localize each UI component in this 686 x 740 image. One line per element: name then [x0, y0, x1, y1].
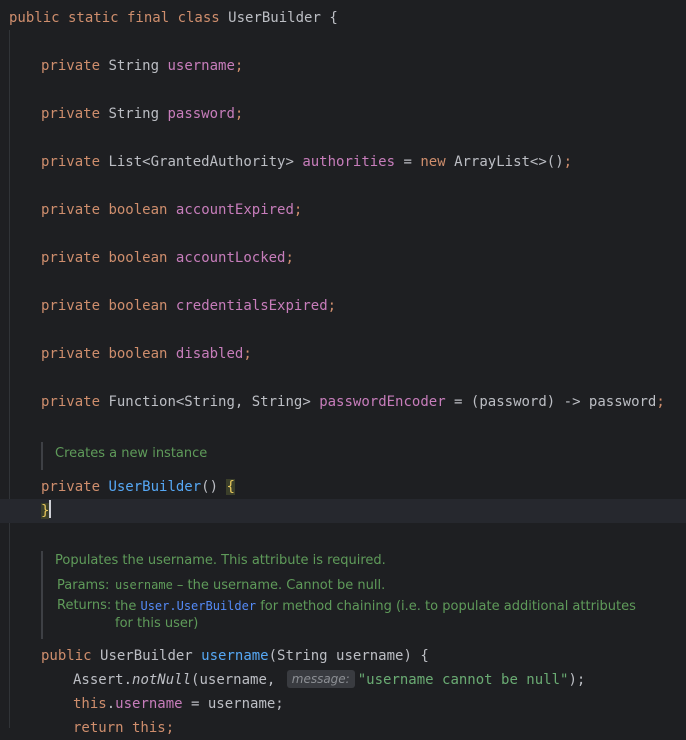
assert-class: Assert.	[73, 672, 133, 688]
field-name: username	[167, 58, 235, 74]
constructor-close-brace: }	[41, 503, 50, 519]
returns-link[interactable]: User.UserBuilder	[140, 599, 256, 613]
field-reference: username	[115, 696, 183, 712]
assign-operator: =	[395, 154, 421, 170]
constructor-name: UserBuilder	[108, 479, 202, 495]
field-initializer: (password) -> password	[470, 394, 657, 410]
method-params: (String username) {	[268, 648, 429, 664]
method-name: username	[201, 648, 269, 664]
assignment-rest: = username;	[182, 696, 284, 712]
this-keyword: this	[73, 696, 107, 712]
field-type: String	[108, 58, 160, 74]
constructor-close-line[interactable]: }	[0, 499, 686, 523]
field-modifier: private	[41, 202, 101, 218]
returns-text: the	[115, 599, 141, 614]
semicolon: ;	[293, 202, 303, 218]
field-type: Function<String, String>	[108, 394, 311, 410]
field-line-account-expired[interactable]: private boolean accountExpired;	[41, 198, 302, 222]
return-value: this;	[123, 720, 175, 736]
parameter-hint: message:	[286, 670, 355, 688]
javadoc-summary: Creates a new instance	[55, 446, 208, 461]
field-modifier: private	[41, 298, 101, 314]
field-modifier: private	[41, 394, 101, 410]
javadoc-params: Params: username – the username. Cannot b…	[55, 575, 645, 596]
constructor-parens: ()	[201, 479, 219, 495]
assert-args: (username,	[191, 672, 284, 688]
field-name: accountExpired	[175, 202, 294, 218]
semicolon: ;	[656, 394, 665, 410]
assert-method: notNull	[132, 672, 192, 688]
method-return-type: UserBuilder	[100, 648, 193, 664]
javadoc-returns: Returns: the User.UserBuilder for method …	[55, 596, 645, 632]
field-type: String	[108, 106, 160, 122]
class-name: UserBuilder	[228, 10, 321, 26]
field-line-disabled[interactable]: private boolean disabled;	[41, 342, 252, 366]
field-initializer: ArrayList<>()	[445, 154, 564, 170]
code-editor[interactable]: public static final class UserBuilder { …	[0, 0, 686, 736]
assign-operator: =	[445, 394, 471, 410]
field-modifier: private	[41, 250, 101, 266]
field-line-username[interactable]: private String username;	[41, 54, 243, 78]
params-label: Params:	[57, 578, 110, 593]
class-modifiers: public static final class	[9, 10, 220, 26]
semicolon: ;	[563, 154, 573, 170]
field-type: boolean	[108, 250, 168, 266]
field-name: authorities	[302, 154, 396, 170]
field-type: boolean	[108, 202, 168, 218]
field-modifier: private	[41, 58, 101, 74]
assert-close: );	[568, 672, 586, 688]
assignment-line[interactable]: this.username = username;	[73, 692, 284, 716]
field-modifier: private	[41, 154, 101, 170]
javadoc-username: Populates the username. This attribute i…	[41, 551, 645, 639]
field-name: accountLocked	[175, 250, 286, 266]
field-name: passwordEncoder	[319, 394, 446, 410]
return-line[interactable]: return this;	[73, 716, 174, 740]
semicolon: ;	[243, 346, 252, 362]
field-name: credentialsExpired	[175, 298, 328, 314]
javadoc-constructor: Creates a new instance	[41, 442, 207, 470]
class-declaration-line[interactable]: public static final class UserBuilder {	[9, 6, 338, 30]
indent-guide	[9, 30, 10, 728]
field-type: boolean	[108, 298, 168, 314]
field-modifier: private	[41, 106, 101, 122]
semicolon: ;	[234, 58, 244, 74]
returns-label: Returns:	[57, 598, 112, 613]
class-open-brace: {	[329, 10, 338, 26]
field-line-authorities[interactable]: private List<GrantedAuthority> authoriti…	[41, 150, 572, 174]
return-keyword: return	[73, 720, 124, 736]
assert-line[interactable]: Assert.notNull(username, message: "userna…	[73, 668, 585, 692]
constructor-open-brace: {	[226, 479, 235, 495]
semicolon: ;	[234, 106, 244, 122]
semicolon: ;	[285, 250, 294, 266]
field-type: boolean	[108, 346, 168, 362]
param-description: – the username. Cannot be null.	[172, 578, 386, 593]
field-name: disabled	[175, 346, 244, 362]
constructor-line[interactable]: private UserBuilder() {	[41, 475, 235, 499]
field-line-password[interactable]: private String password;	[41, 102, 243, 126]
field-line-credentials-expired[interactable]: private boolean credentialsExpired;	[41, 294, 336, 318]
method-modifier: public	[41, 648, 92, 664]
new-keyword: new	[420, 154, 446, 170]
method-signature-line[interactable]: public UserBuilder username(String usern…	[41, 644, 429, 668]
param-name: username	[115, 578, 173, 592]
field-modifier: private	[41, 346, 101, 362]
constructor-modifier: private	[41, 479, 101, 495]
field-type: List<GrantedAuthority>	[108, 154, 294, 170]
javadoc-summary: Populates the username. This attribute i…	[55, 553, 386, 568]
field-line-password-encoder[interactable]: private Function<String, String> passwor…	[41, 390, 665, 414]
assert-message-string: "username cannot be null"	[357, 672, 569, 688]
text-caret	[49, 500, 52, 518]
field-line-account-locked[interactable]: private boolean accountLocked;	[41, 246, 294, 270]
semicolon: ;	[327, 298, 337, 314]
field-name: password	[167, 106, 235, 122]
